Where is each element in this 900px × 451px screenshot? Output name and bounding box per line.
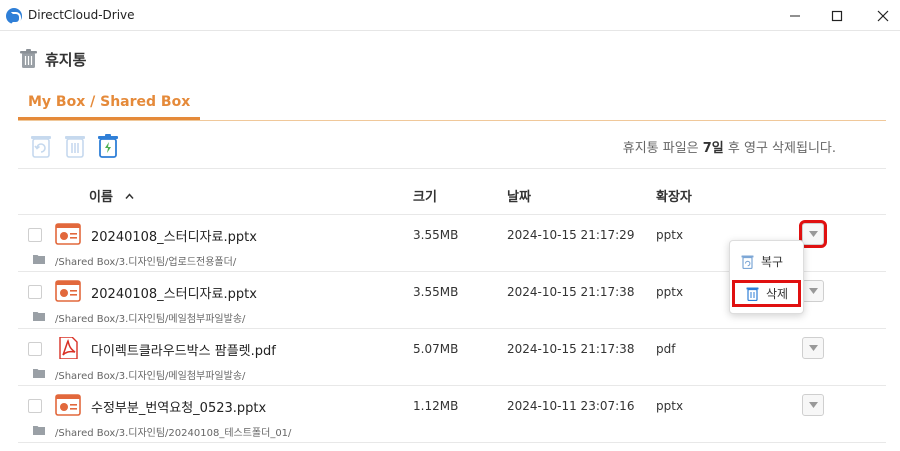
file-name[interactable]: 수정부분_번역요청_0523.pptx [91,397,266,416]
folder-icon [33,312,45,321]
window-title: DirectCloud-Drive [28,8,135,22]
row-menu-button[interactable] [802,280,824,302]
file-size: 3.55MB [413,228,459,242]
column-header-name[interactable]: 이름 [89,186,135,205]
caret-down-icon [808,231,818,237]
restore-icon [741,255,754,269]
trash-icon [20,49,37,68]
file-size: 3.55MB [413,285,459,299]
caret-down-icon [808,402,818,408]
file-date: 2024-10-15 21:17:38 [507,342,635,356]
page-title: 휴지통 [45,50,87,69]
row-menu-button[interactable] [802,394,824,416]
row-checkbox[interactable] [28,228,42,242]
table-row[interactable]: 다이렉트클라우드박스 팜플렛.pdf 5.07MB 2024-10-15 21:… [18,328,886,385]
caret-down-icon [808,288,818,294]
file-path: /Shared Box/3.디자인팀/메일첨부파일발송/ [55,314,246,325]
close-button[interactable] [860,0,900,31]
delete-icon [746,287,759,301]
folder-icon [33,426,45,435]
file-name[interactable]: 다이렉트클라우드박스 팜플렛.pdf [91,340,276,359]
file-path: /Shared Box/3.디자인팀/20240108_테스트폴더_01/ [55,428,292,439]
auto-delete-notice: 휴지통 파일은 7일 후 영구 삭제됩니다. [622,141,836,156]
column-header-size[interactable]: 크기 [413,186,437,205]
pptx-file-icon [55,394,81,416]
file-name[interactable]: 20240108_스터디자료.pptx [91,226,257,245]
folder-icon [33,255,45,264]
row-checkbox[interactable] [28,399,42,413]
menu-item-restore-label: 복구 [761,254,784,269]
column-header-ext[interactable]: 확장자 [656,186,692,205]
file-ext: pptx [656,399,684,413]
folder-icon [33,369,45,378]
file-path: /Shared Box/3.디자인팀/메일첨부파일발송/ [55,371,246,382]
tab-divider [18,120,886,121]
file-path: /Shared Box/3.디자인팀/업로드전용폴더/ [55,257,237,268]
file-size: 5.07MB [413,342,459,356]
pdf-file-icon [59,337,78,359]
sort-ascending-icon [125,193,135,199]
row-menu-button[interactable] [802,337,824,359]
menu-item-delete[interactable]: 삭제 [732,280,801,307]
caret-down-icon [808,345,818,351]
file-ext: pdf [656,342,676,356]
toolbar-divider [18,168,886,169]
column-header-date[interactable]: 날짜 [507,186,531,205]
title-bar: DirectCloud-Drive [0,0,900,31]
delete-icon[interactable] [62,133,88,159]
close-icon [877,10,889,21]
menu-item-restore[interactable]: 복구 [740,250,783,272]
page-header: 휴지통 [20,48,86,70]
minimize-button[interactable] [772,0,818,31]
file-date: 2024-10-15 21:17:29 [507,228,635,242]
file-date: 2024-10-15 21:17:38 [507,285,635,299]
row-divider [18,442,886,443]
table-row[interactable]: 수정부분_번역요청_0523.pptx 1.12MB 2024-10-11 23… [18,385,886,442]
row-checkbox[interactable] [28,285,42,299]
row-menu-button[interactable] [799,220,827,248]
file-size: 1.12MB [413,399,459,413]
file-ext: pptx [656,228,684,242]
app-logo-icon [6,8,22,24]
row-checkbox[interactable] [28,342,42,356]
maximize-icon [831,10,843,21]
file-date: 2024-10-11 23:07:16 [507,399,635,413]
pptx-file-icon [55,280,81,302]
minimize-icon [790,15,800,16]
row-context-menu: 복구 삭제 [729,240,804,314]
pptx-file-icon [55,223,81,245]
maximize-button[interactable] [814,0,860,31]
file-ext: pptx [656,285,684,299]
empty-trash-icon[interactable] [95,133,121,159]
retention-days: 7일 [702,141,724,156]
menu-item-delete-label: 삭제 [766,287,789,301]
tab-my-box-shared-box[interactable]: My Box / Shared Box [18,84,201,120]
restore-icon[interactable] [28,133,54,159]
file-name[interactable]: 20240108_스터디자료.pptx [91,283,257,302]
